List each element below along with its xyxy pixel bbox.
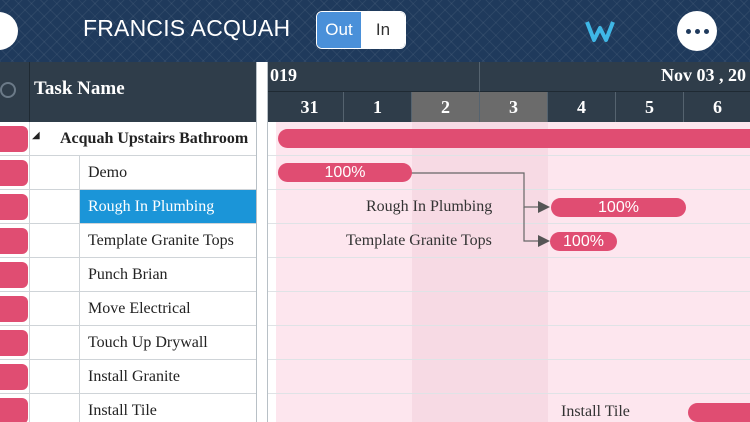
- task-name: Install Tile: [88, 402, 157, 419]
- task-name-column-header[interactable]: Task Name: [34, 78, 125, 100]
- row-action-button[interactable]: [0, 364, 28, 390]
- day-header: 31: [276, 92, 344, 122]
- day-header: 5: [616, 92, 684, 122]
- demo-bar[interactable]: 100%: [278, 163, 412, 182]
- template-granite-tops-label: Template Granite Tops: [346, 232, 492, 249]
- more-horizontal-icon: [685, 28, 691, 34]
- task-row[interactable]: Demo: [0, 156, 256, 190]
- row-action-button[interactable]: [0, 398, 28, 422]
- project-title: FRANCIS ACQUAH: [83, 15, 291, 41]
- task-name: Install Granite: [88, 368, 180, 385]
- task-row[interactable]: Template Granite Tops: [0, 224, 256, 258]
- rough-in-plumbing-label: Rough In Plumbing: [366, 198, 493, 215]
- timeline-header: 019 Nov 03 , 20 31 1 2 3 4 5 6: [268, 62, 750, 122]
- day-header-weekend: 2: [412, 92, 480, 122]
- install-tile-label: Install Tile: [561, 403, 630, 420]
- w-logo-icon[interactable]: [585, 18, 615, 44]
- row-action-button[interactable]: [0, 160, 28, 186]
- more-options-button[interactable]: [677, 11, 717, 51]
- summary-bar[interactable]: [278, 129, 750, 148]
- task-row[interactable]: Touch Up Drywall: [0, 326, 256, 360]
- task-name: Acquah Upstairs Bathroom: [60, 130, 249, 147]
- search-cell[interactable]: [0, 62, 30, 122]
- toggle-out-option[interactable]: Out: [317, 12, 361, 48]
- template-granite-tops-bar[interactable]: 100%: [550, 232, 617, 251]
- task-name: Demo: [88, 164, 128, 181]
- timeline-chart[interactable]: 100% Rough In Plumbing 100% Template Gra…: [268, 122, 750, 422]
- row-action-button[interactable]: [0, 126, 28, 152]
- task-name: Touch Up Drywall: [88, 334, 208, 351]
- row-action-button[interactable]: [0, 228, 28, 254]
- task-row[interactable]: Punch Brian: [0, 258, 256, 292]
- search-icon: [0, 82, 16, 98]
- rough-in-plumbing-bar[interactable]: 100%: [551, 198, 686, 217]
- install-tile-bar[interactable]: [688, 403, 750, 422]
- task-row[interactable]: Move Electrical: [0, 292, 256, 326]
- task-name: Move Electrical: [88, 300, 191, 317]
- grid-header: Task Name: [0, 62, 256, 122]
- toggle-in-option[interactable]: In: [361, 12, 405, 48]
- task-row-selected[interactable]: Rough In Plumbing: [0, 190, 256, 224]
- day-header: 6: [684, 92, 750, 122]
- task-row[interactable]: Install Tile: [0, 394, 256, 422]
- day-header: 4: [548, 92, 616, 122]
- month-header: 019: [268, 62, 480, 92]
- day-header-weekend: 3: [480, 92, 548, 122]
- row-action-button[interactable]: [0, 296, 28, 322]
- task-row-group[interactable]: ◢ Acquah Upstairs Bathroom: [0, 122, 256, 156]
- collapse-caret-icon[interactable]: ◢: [32, 130, 40, 141]
- row-action-button[interactable]: [0, 262, 28, 288]
- row-action-button[interactable]: [0, 330, 28, 356]
- month-header: Nov 03 , 20: [480, 62, 750, 92]
- task-name: Template Granite Tops: [88, 232, 234, 249]
- app-header: FRANCIS ACQUAH Out In: [0, 0, 750, 62]
- task-name: Rough In Plumbing: [80, 190, 256, 223]
- row-action-button[interactable]: [0, 194, 28, 220]
- task-name: Punch Brian: [88, 266, 168, 283]
- task-row[interactable]: Install Granite: [0, 360, 256, 394]
- day-header: 1: [344, 92, 412, 122]
- out-in-toggle[interactable]: Out In: [316, 11, 406, 49]
- back-button[interactable]: [0, 12, 18, 50]
- pane-splitter[interactable]: [256, 62, 268, 422]
- task-grid: ◢ Acquah Upstairs Bathroom Demo Rough In…: [0, 122, 256, 422]
